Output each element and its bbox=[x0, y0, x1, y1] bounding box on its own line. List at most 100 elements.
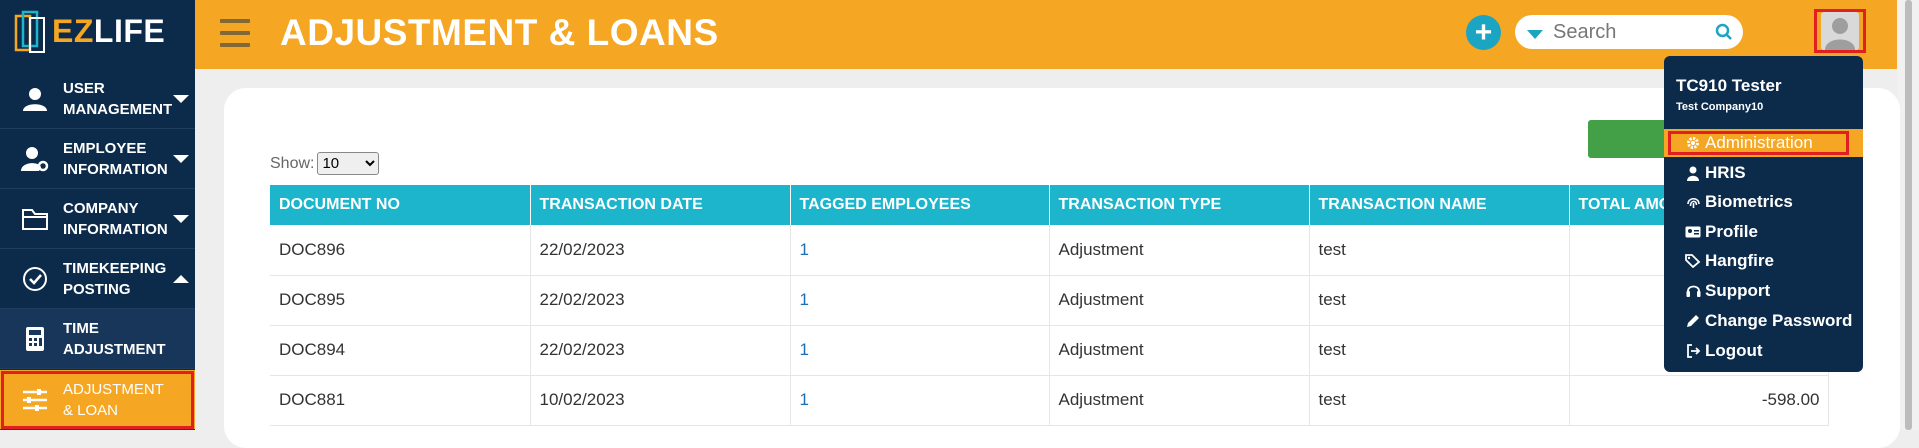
cell-total-amount: -598.00 bbox=[1569, 375, 1829, 426]
cell-transaction-date: 22/02/2023 bbox=[530, 225, 791, 276]
pen-icon bbox=[1684, 314, 1702, 328]
hamburger-menu-icon[interactable] bbox=[220, 19, 250, 47]
menu-item-label: Logout bbox=[1705, 341, 1763, 360]
cell-tagged-employees-link[interactable]: 1 bbox=[790, 375, 1050, 426]
sidebar-item-label: TIMEKEEPING POSTING bbox=[63, 259, 167, 298]
chevron-up-icon bbox=[173, 275, 189, 283]
menu-item-administration[interactable]: Administration bbox=[1664, 129, 1863, 157]
column-header-transaction-name[interactable]: TRANSACTION NAME bbox=[1309, 185, 1570, 225]
plus-icon: + bbox=[1474, 15, 1493, 49]
sidebar-item-employee-information[interactable]: EMPLOYEE INFORMATION bbox=[0, 129, 195, 189]
page-size-select[interactable]: 10 bbox=[317, 152, 380, 175]
search-filter-dropdown-icon[interactable] bbox=[1527, 30, 1543, 39]
user-icon bbox=[1684, 166, 1702, 181]
sidebar-item-time-adjustment[interactable]: TIME ADJUSTMENT bbox=[0, 309, 195, 369]
avatar bbox=[1821, 12, 1859, 50]
cell-transaction-name: test bbox=[1309, 325, 1570, 376]
chevron-down-icon bbox=[173, 155, 189, 163]
folder-icon bbox=[16, 207, 54, 231]
menu-item-biometrics[interactable]: Biometrics bbox=[1664, 188, 1863, 216]
show-label: Show: bbox=[270, 154, 315, 172]
logout-icon bbox=[1684, 344, 1702, 358]
user-icon bbox=[16, 87, 54, 111]
fingerprint-icon bbox=[1684, 194, 1702, 210]
sliders-icon bbox=[16, 388, 54, 412]
menu-item-hris[interactable]: HRIS bbox=[1664, 159, 1863, 187]
cell-document-no: DOC881 bbox=[270, 375, 531, 426]
sidebar-item-user-management[interactable]: USER MANAGEMENT bbox=[0, 69, 195, 129]
top-header: ADJUSTMENT & LOANS + bbox=[195, 0, 1897, 69]
tags-icon bbox=[1684, 254, 1702, 268]
user-company: Test Company10 bbox=[1676, 101, 1764, 113]
column-header-document-no[interactable]: DOCUMENT NO bbox=[270, 185, 531, 225]
page-size-control: Show: 10 bbox=[270, 152, 380, 175]
cell-transaction-type: Adjustment bbox=[1049, 325, 1310, 376]
sidebar-item-label: ADJUSTMENT & LOAN bbox=[63, 380, 164, 419]
menu-item-label: HRIS bbox=[1705, 163, 1746, 182]
cell-transaction-name: test bbox=[1309, 375, 1570, 426]
sidebar-item-company-information[interactable]: COMPANY INFORMATION bbox=[0, 189, 195, 249]
user-name: TC910 Tester bbox=[1676, 76, 1782, 95]
sidebar-item-adjustment-loan[interactable]: ADJUSTMENT & LOAN bbox=[0, 370, 195, 430]
id-card-icon bbox=[1684, 226, 1702, 238]
sidebar-item-label: TIME ADJUSTMENT bbox=[63, 319, 166, 358]
search-icon[interactable] bbox=[1715, 23, 1733, 46]
cell-document-no: DOC895 bbox=[270, 275, 531, 326]
menu-item-logout[interactable]: Logout bbox=[1664, 337, 1863, 365]
sidebar-item-label: COMPANY INFORMATION bbox=[63, 199, 168, 238]
cell-transaction-name: test bbox=[1309, 225, 1570, 276]
table-row[interactable]: DOC896 22/02/2023 1 Adjustment test bbox=[270, 225, 1829, 276]
logo-icon bbox=[14, 10, 45, 53]
column-header-transaction-type[interactable]: TRANSACTION TYPE bbox=[1049, 185, 1310, 225]
menu-item-label: Hangfire bbox=[1705, 251, 1774, 270]
calculator-icon bbox=[16, 326, 54, 352]
cell-tagged-employees-link[interactable]: 1 bbox=[790, 275, 1050, 326]
page-title: ADJUSTMENT & LOANS bbox=[280, 12, 719, 53]
chevron-down-icon bbox=[173, 95, 189, 103]
menu-item-label: Profile bbox=[1705, 222, 1758, 241]
cell-transaction-type: Adjustment bbox=[1049, 375, 1310, 426]
menu-item-change-password[interactable]: Change Password bbox=[1664, 307, 1863, 335]
cell-transaction-name: test bbox=[1309, 275, 1570, 326]
menu-item-hangfire[interactable]: Hangfire bbox=[1664, 247, 1863, 275]
transactions-table: DOCUMENT NO TRANSACTION DATE TAGGED EMPL… bbox=[270, 185, 1829, 426]
cell-transaction-date: 22/02/2023 bbox=[530, 325, 791, 376]
menu-item-label: Support bbox=[1705, 281, 1771, 300]
cell-document-no: DOC896 bbox=[270, 225, 531, 276]
cell-transaction-type: Adjustment bbox=[1049, 225, 1310, 276]
cell-transaction-type: Adjustment bbox=[1049, 275, 1310, 326]
cell-transaction-date: 22/02/2023 bbox=[530, 275, 791, 326]
table-row[interactable]: DOC881 10/02/2023 1 Adjustment test -598… bbox=[270, 375, 1829, 426]
menu-item-label: Biometrics bbox=[1705, 192, 1793, 211]
menu-item-support[interactable]: Support bbox=[1664, 277, 1863, 305]
ezlife-logo[interactable]: EZLIFE bbox=[14, 6, 165, 56]
sidebar-item-label: USER MANAGEMENT bbox=[63, 79, 173, 118]
headset-icon bbox=[1684, 284, 1702, 298]
column-header-tagged-employees[interactable]: TAGGED EMPLOYEES bbox=[790, 185, 1050, 225]
scrollbar-thumb[interactable] bbox=[1905, 0, 1912, 430]
search-box bbox=[1515, 15, 1743, 49]
cell-document-no: DOC894 bbox=[270, 325, 531, 376]
user-gear-icon bbox=[16, 146, 54, 172]
page-scrollbar[interactable] bbox=[1897, 0, 1919, 430]
sidebar-item-timekeeping-posting[interactable]: TIMEKEEPING POSTING bbox=[0, 249, 195, 309]
table-row[interactable]: DOC895 22/02/2023 1 Adjustment test bbox=[270, 275, 1829, 326]
chevron-down-icon bbox=[173, 215, 189, 223]
user-avatar-button[interactable] bbox=[1814, 9, 1866, 53]
table-row[interactable]: DOC894 22/02/2023 1 Adjustment test bbox=[270, 325, 1829, 376]
user-dropdown-menu: TC910 Tester Test Company10 Administrati… bbox=[1664, 56, 1863, 372]
check-circle-icon bbox=[16, 266, 54, 292]
cell-transaction-date: 10/02/2023 bbox=[530, 375, 791, 426]
sidebar: EZLIFE USER MANAGEMENT EMPLOYEE INFORMAT… bbox=[0, 0, 195, 430]
cell-tagged-employees-link[interactable]: 1 bbox=[790, 325, 1050, 376]
highlight-box bbox=[1668, 131, 1849, 155]
column-header-transaction-date[interactable]: TRANSACTION DATE bbox=[530, 185, 791, 225]
cell-tagged-employees-link[interactable]: 1 bbox=[790, 225, 1050, 276]
sidebar-item-label: EMPLOYEE INFORMATION bbox=[63, 139, 168, 178]
table-header-row: DOCUMENT NO TRANSACTION DATE TAGGED EMPL… bbox=[270, 185, 1829, 225]
logo-text: EZLIFE bbox=[52, 12, 166, 49]
search-input[interactable] bbox=[1551, 19, 1705, 45]
menu-item-profile[interactable]: Profile bbox=[1664, 218, 1863, 246]
menu-item-label: Change Password bbox=[1705, 311, 1853, 330]
add-button[interactable]: + bbox=[1466, 15, 1501, 50]
